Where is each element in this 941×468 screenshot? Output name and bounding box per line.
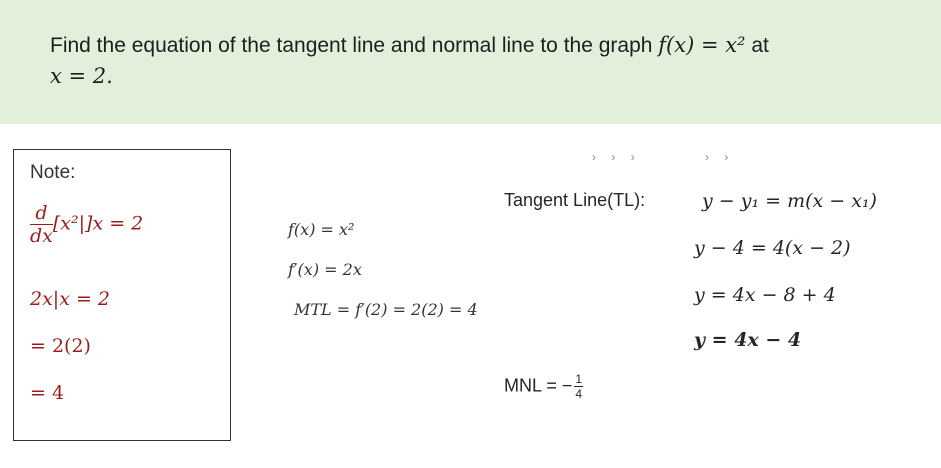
- middle-line-3: MTL = f′(2) = 2(2) = 4: [294, 300, 478, 319]
- question-point: x = 2.: [50, 64, 113, 88]
- question-function: f(x) = x²: [658, 33, 746, 57]
- normal-fraction: 14: [574, 372, 584, 401]
- note-box: Note: d dx [x²|]x = 2 2x|x = 2 = 2(2) = …: [13, 149, 231, 441]
- middle-line-1: f(x) = x²: [288, 220, 355, 239]
- normal-slope: MNL = −1 4: [504, 372, 584, 401]
- stray-marks-2: › ›: [705, 150, 735, 164]
- tangent-eq-final: y = 4x − 4: [694, 329, 802, 351]
- note-title: Note:: [30, 162, 76, 183]
- note-line-3: = 2(2): [30, 335, 91, 357]
- note-derivative-expr: [x²|]x = 2: [52, 212, 144, 235]
- tangent-line-label: Tangent Line(TL):: [504, 190, 646, 210]
- note-derivative-fraction: d dx: [30, 202, 53, 247]
- stray-marks: › › ›: [592, 150, 641, 164]
- tangent-eq-1: y − y₁ = m(x − x₁): [702, 190, 877, 212]
- note-line-2: 2x|x = 2: [30, 288, 111, 310]
- tangent-eq-3: y = 4x − 8 + 4: [694, 284, 836, 306]
- normal-numerator: 1: [574, 372, 584, 387]
- tangent-eq-2: y − 4 = 4(x − 2): [694, 237, 851, 259]
- question-banner: Find the equation of the tangent line an…: [0, 0, 941, 124]
- note-d-denominator: dx: [30, 225, 53, 247]
- question-text: Find the equation of the tangent line an…: [50, 30, 910, 92]
- middle-line-2: f′(x) = 2x: [288, 260, 362, 279]
- question-prefix: Find the equation of the tangent line an…: [50, 34, 659, 57]
- note-line-4: = 4: [30, 382, 65, 404]
- note-d-numerator: d: [30, 202, 53, 225]
- normal-denominator: 4: [575, 387, 583, 401]
- question-at: at: [745, 34, 769, 57]
- note-derivative-line: d dx [x²|]x = 2: [30, 202, 143, 247]
- normal-label: MNL = −: [504, 375, 573, 396]
